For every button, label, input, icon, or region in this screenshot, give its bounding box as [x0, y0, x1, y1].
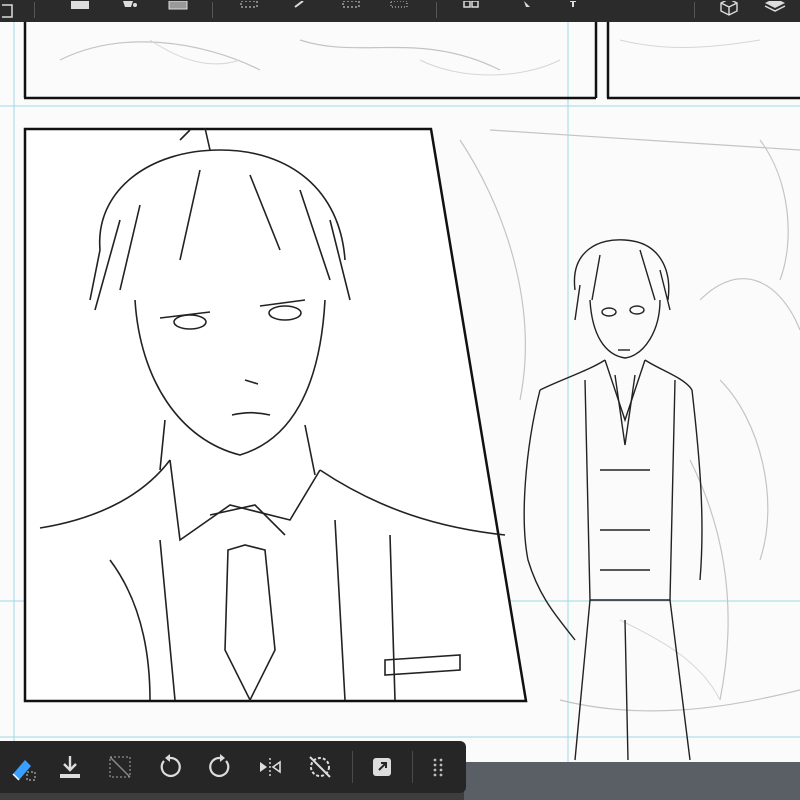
gradient-icon: [168, 1, 188, 10]
bottom-command-toolbar: [0, 741, 466, 793]
manga-sketch-artwork: [0, 22, 800, 762]
toolbar-separator: [694, 2, 695, 18]
undo-button[interactable]: [152, 749, 188, 785]
layer-button[interactable]: [0, 0, 20, 22]
bottom-panel-area: [464, 762, 800, 800]
pointer-icon: [524, 1, 530, 7]
deselect-icon: [309, 756, 331, 778]
redo-icon: [209, 754, 230, 778]
text-button[interactable]: [558, 0, 588, 22]
toolbar-separator: [412, 751, 413, 783]
selection-dotted-button[interactable]: [382, 0, 416, 22]
layer-icon: [2, 4, 13, 18]
toolbar-separator: [34, 2, 35, 18]
layers-stack-icon: [764, 1, 786, 12]
selection-lasso-button[interactable]: [334, 0, 368, 22]
selection-dotted-icon: [390, 1, 408, 8]
clear-selection-button[interactable]: [4, 749, 40, 785]
selection-rect-icon: [240, 1, 258, 8]
color-swatch-icon: [71, 1, 89, 9]
fill-bucket-button[interactable]: [112, 0, 146, 22]
crop-icon: [109, 756, 131, 778]
fill-bucket-icon: [123, 1, 137, 7]
3d-cube-icon: [720, 1, 738, 16]
transform-button[interactable]: [456, 0, 486, 22]
drawing-canvas[interactable]: [0, 22, 800, 762]
toolbar-separator: [352, 751, 353, 783]
toolbar-separator: [436, 2, 437, 18]
more-button[interactable]: [420, 749, 456, 785]
deselect-button[interactable]: [302, 749, 338, 785]
gradient-button[interactable]: [160, 0, 194, 22]
share-button[interactable]: [364, 749, 400, 785]
download-icon: [60, 756, 80, 778]
flip-horizontal-button[interactable]: [252, 749, 288, 785]
eraser-icon: [12, 760, 36, 781]
undo-icon: [160, 754, 181, 778]
save-button[interactable]: [52, 749, 88, 785]
eyedropper-button[interactable]: [282, 0, 316, 22]
crop-button[interactable]: [102, 749, 138, 785]
transform-icon: [463, 1, 479, 8]
layers-button[interactable]: [758, 0, 792, 22]
selection-rect-button[interactable]: [232, 0, 266, 22]
eyedropper-icon: [294, 1, 304, 8]
selection-lasso-icon: [342, 1, 360, 8]
3d-button[interactable]: [712, 0, 746, 22]
color-swatch-button[interactable]: [62, 0, 96, 22]
grid-dots-icon: [433, 758, 443, 777]
share-icon: [373, 758, 391, 776]
top-toolbar: [0, 0, 800, 22]
toolbar-separator: [212, 2, 213, 18]
redo-button[interactable]: [202, 749, 238, 785]
flip-horizontal-icon: [260, 758, 281, 776]
text-icon: [570, 1, 576, 7]
pointer-button[interactable]: [512, 0, 542, 22]
